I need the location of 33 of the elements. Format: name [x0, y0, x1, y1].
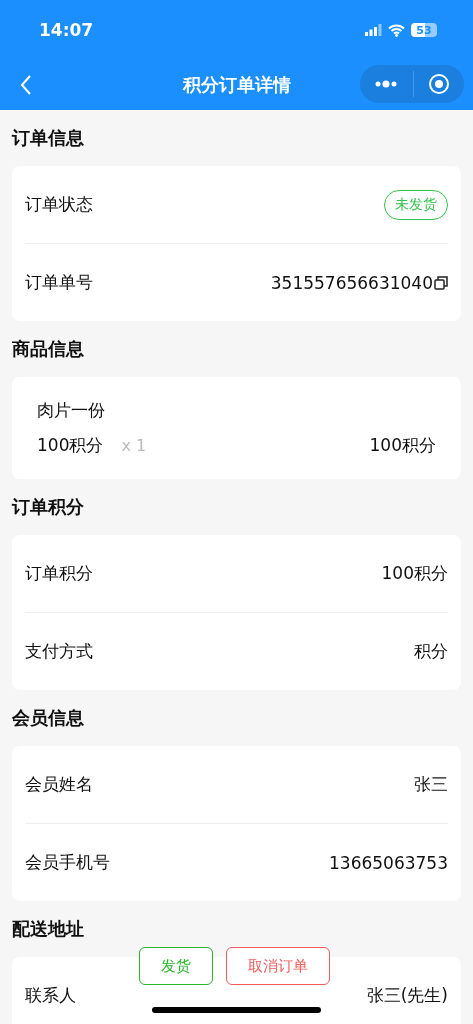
field-label: 订单状态: [25, 193, 93, 216]
more-icon[interactable]: [374, 80, 399, 88]
back-icon[interactable]: [19, 74, 33, 96]
field-label: 订单积分: [25, 562, 93, 585]
field-value: 351557656631040: [270, 272, 433, 293]
total-price: 100积分: [369, 434, 436, 457]
section-title: 订单积分: [10, 495, 85, 519]
field-label: 会员手机号: [25, 851, 110, 874]
close-icon[interactable]: [427, 73, 450, 95]
section-title: 会员信息: [11, 706, 85, 730]
field-label: 订单单号: [25, 271, 93, 294]
section-title: 商品信息: [11, 337, 85, 361]
field-label: 联系人: [25, 984, 76, 1007]
quantity: x 1: [121, 436, 148, 455]
field-value: 积分: [414, 640, 448, 663]
field-value: 100积分: [381, 562, 448, 585]
field-value: 张三: [414, 773, 448, 796]
unit-price: 100积分: [37, 434, 104, 457]
field-value: 13665063753: [329, 852, 448, 873]
action-button[interactable]: 发货: [139, 947, 213, 985]
signal-icon: [365, 24, 382, 36]
copy-icon[interactable]: [434, 275, 448, 290]
status-time: 14:07: [39, 20, 94, 40]
action-button[interactable]: 取消订单: [226, 947, 330, 985]
field-label: 支付方式: [25, 640, 93, 663]
product-name: 肉片一份: [37, 399, 106, 422]
page-title: 积分订单详情: [182, 73, 291, 97]
battery-icon: 53: [411, 23, 437, 37]
section-title: 订单信息: [10, 126, 85, 150]
field-value: 张三(先生): [366, 984, 448, 1007]
section-title: 配送地址: [11, 917, 85, 941]
wifi-icon: [388, 23, 405, 37]
field-label: 会员姓名: [25, 773, 93, 796]
